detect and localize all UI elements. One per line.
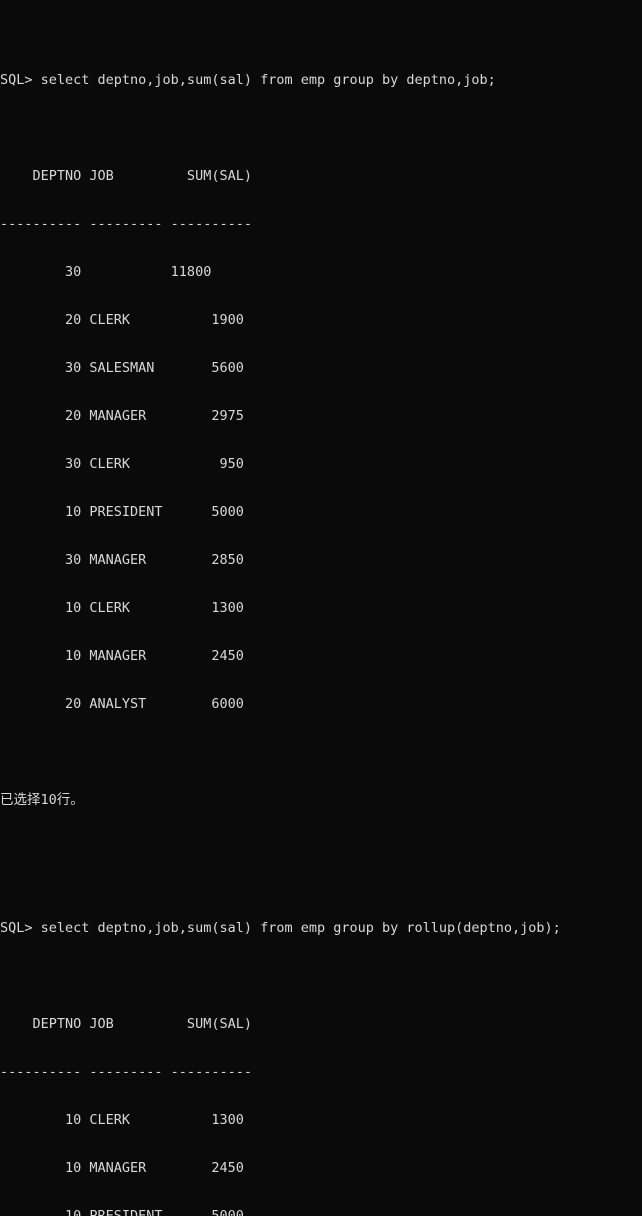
table-rule-2: ---------- --------- ---------- — [0, 1064, 252, 1080]
table-rule-1: ---------- --------- ---------- — [0, 216, 252, 232]
command-line-2[interactable]: SQL> select deptno,job,sum(sal) from emp… — [0, 920, 642, 936]
table-row: 10 PRESIDENT 5000 — [0, 1208, 244, 1216]
command-line-1[interactable]: SQL> select deptno,job,sum(sal) from emp… — [0, 72, 642, 88]
table-header-1: DEPTNO JOB SUM(SAL) — [0, 168, 252, 184]
table-row: 10 MANAGER 2450 — [0, 648, 244, 664]
table-row: 30 CLERK 950 — [0, 456, 244, 472]
table-row: 30 MANAGER 2850 — [0, 552, 244, 568]
table-row: 10 CLERK 1300 — [0, 600, 244, 616]
table-row: 10 CLERK 1300 — [0, 1112, 244, 1128]
table-row: 20 MANAGER 2975 — [0, 408, 244, 424]
table-header-2: DEPTNO JOB SUM(SAL) — [0, 1016, 252, 1032]
table-row: 10 MANAGER 2450 — [0, 1160, 244, 1176]
terminal-console[interactable]: SQL> select deptno,job,sum(sal) from emp… — [0, 0, 642, 1216]
result-message-1: 已选择10行。 — [0, 792, 84, 808]
table-row: 30 SALESMAN 5600 — [0, 360, 244, 376]
table-row: 20 ANALYST 6000 — [0, 696, 244, 712]
table-row: 10 PRESIDENT 5000 — [0, 504, 244, 520]
table-row: 20 CLERK 1900 — [0, 312, 244, 328]
table-row: 30 11800 — [0, 264, 212, 280]
